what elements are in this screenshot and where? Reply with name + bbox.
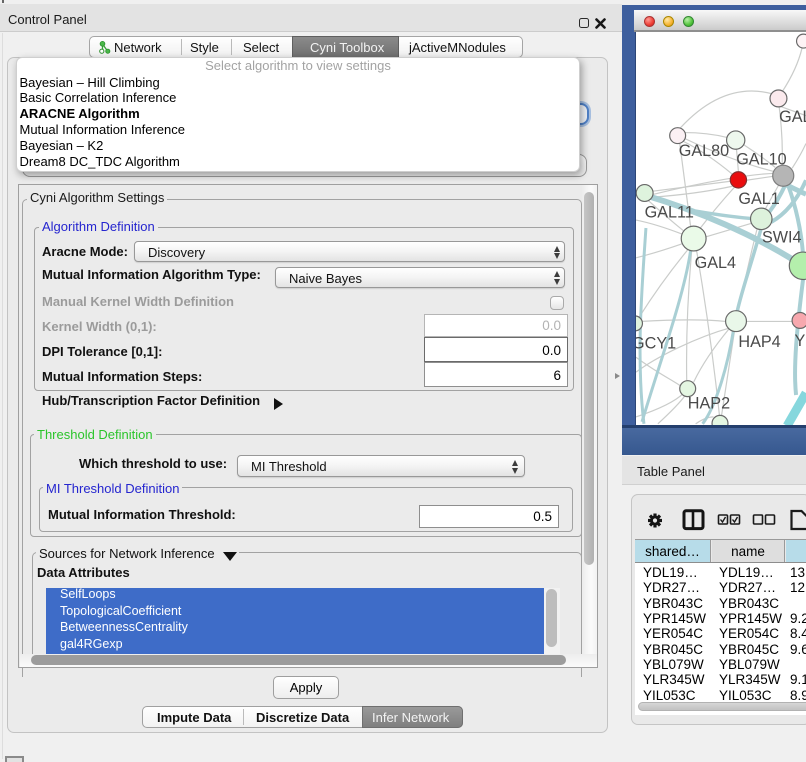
svg-text:Y: Y — [794, 332, 805, 350]
svg-text:GAL10: GAL10 — [736, 150, 786, 168]
svg-text:GAL4: GAL4 — [695, 254, 736, 272]
svg-text:GAL: GAL — [779, 108, 806, 126]
svg-text:GCY1: GCY1 — [635, 334, 676, 352]
svg-text:HAP2: HAP2 — [688, 395, 730, 413]
svg-text:GAL11: GAL11 — [645, 204, 694, 222]
svg-text:GAL80: GAL80 — [679, 142, 729, 160]
svg-text:HAP4: HAP4 — [738, 333, 780, 351]
svg-text:GAL1: GAL1 — [738, 190, 779, 208]
svg-text:SWI4: SWI4 — [762, 228, 802, 246]
